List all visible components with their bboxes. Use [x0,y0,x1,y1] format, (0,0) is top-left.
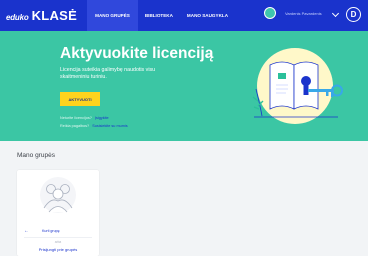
or-text: arba [54,240,62,244]
license-banner: Aktyvuokite licenciją Licencija suteikia… [0,31,368,141]
user-menu[interactable]: Vardenis Pavardenis [264,7,322,19]
my-groups-heading: Mano grupės [17,152,55,159]
eduko-klase-logo[interactable]: eduko KLASĖ [6,8,77,23]
create-group-row[interactable]: ← Kurti grupę [24,226,92,235]
tab-my-groups[interactable]: MANO GRUPĖS [87,0,138,31]
create-group-card[interactable]: ← Kurti grupę arba Prisijungti prie grup… [17,170,99,256]
help-row: Reikia pagalbos? Susisiekite su mumis [60,124,128,128]
no-license-label: Neturite licencijos? [60,116,92,120]
logo-main-text: KLASĖ [31,8,78,23]
people-group-icon [40,177,76,213]
tab-my-storage[interactable]: MANO SAUGYKLA [180,0,235,31]
logo-sub-text: eduko [6,13,29,22]
create-group-link[interactable]: Kurti grupę [42,229,60,233]
arrow-left-icon: ← [24,227,29,234]
contact-link[interactable]: Susisiekite su mumis [92,124,127,128]
user-name: Vardenis Pavardenis [285,10,322,16]
banner-title: Aktyvuokite licenciją [60,45,214,62]
buy-license-link[interactable]: Įsigykite [95,116,109,120]
tab-library[interactable]: BIBLIOTEKA [138,0,180,31]
no-license-row: Neturite licencijos? Įsigykite [60,116,109,120]
join-group-link[interactable]: Prisijungti prie grupės [17,247,99,252]
banner-subtitle: Licencija suteikia galimybę naudotis vis… [60,67,156,80]
activate-button[interactable]: AKTYVUOTI [60,92,100,106]
d-brand-icon[interactable]: D [346,7,361,22]
card-divider [24,237,92,238]
help-label: Reikia pagalbos? [60,124,90,128]
avatar[interactable] [264,7,276,19]
license-key-illustration [252,48,343,124]
